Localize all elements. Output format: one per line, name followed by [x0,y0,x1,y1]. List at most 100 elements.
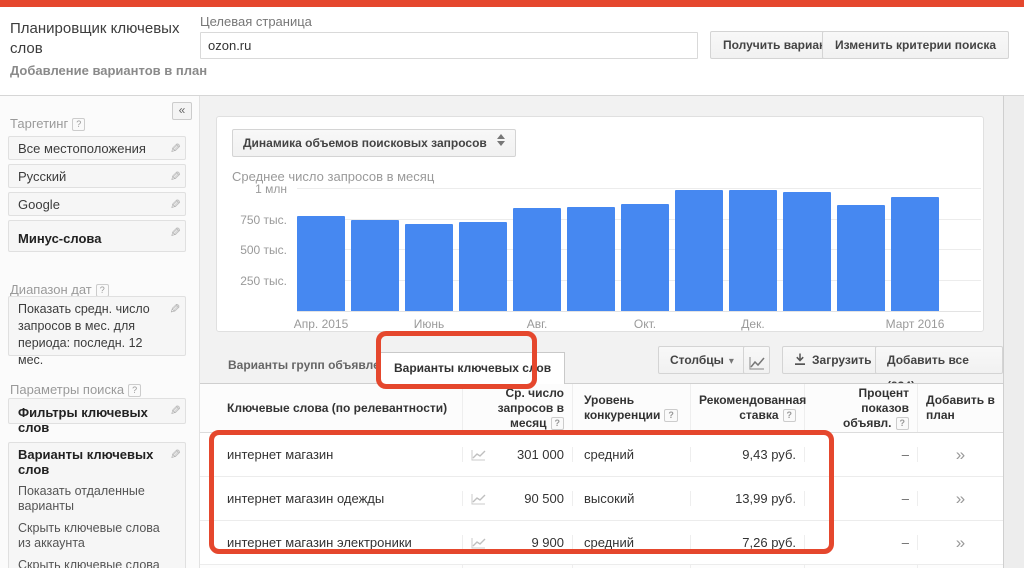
chart-y-tick-label: 1 млн [255,182,287,196]
edit-pencil-icon[interactable]: ✎ [166,303,183,314]
right-gutter [1003,96,1024,568]
link-hide-plan-keywords[interactable]: Скрыть ключевые слова из плана [18,558,163,568]
chart-x-tick-label: Март 2016 [875,317,955,331]
edit-pencil-icon[interactable]: ✎ [167,449,183,460]
link-hide-account-keywords[interactable]: Скрыть ключевые слова из аккаунта [18,521,163,551]
impr-share-value: – [805,491,918,506]
edit-pencil-icon[interactable]: ✎ [167,143,183,154]
chart-bar[interactable] [675,190,723,311]
col-header-keywords[interactable]: Ключевые слова (по релевантности) [200,384,463,432]
top-accent-bar [0,0,1024,7]
keyword-table: Ключевые слова (по релевантности) Ср. чи… [200,384,1003,568]
collapse-sidebar-button[interactable]: « [172,102,192,120]
trend-chart-icon[interactable] [471,493,486,505]
download-button[interactable]: Загрузить [782,346,883,374]
chart-gridline [297,188,981,189]
chart-bar[interactable] [513,208,561,311]
add-to-plan-button[interactable]: » [956,534,965,551]
main-area: Динамика объемов поисковых запросов Сред… [200,96,1003,568]
sidebar-item-date-range[interactable]: Показать средн. число запросов в мес. дл… [8,296,186,356]
chart-bar[interactable] [783,192,831,312]
table-row: интернет магазин электроники 9 900 средн… [200,521,1003,565]
help-icon[interactable]: ? [783,409,797,422]
trend-chart-icon[interactable] [471,537,486,549]
help-icon[interactable]: ? [664,409,678,422]
avg-searches-value: 90 500 [524,491,564,506]
chart-x-tick-label: Авг. [497,317,577,331]
suggested-bid-value: 7,26 руб. [691,535,805,550]
sidebar-item-keyword-filters[interactable]: Фильтры ключевых слов ✎ [8,398,186,424]
help-icon[interactable]: ? [128,384,141,397]
chart-bar[interactable] [459,222,507,311]
link-show-broad-ideas[interactable]: Показать отдаленные варианты [18,484,163,514]
chart-bar[interactable] [567,207,615,311]
help-icon[interactable]: ? [896,417,910,430]
avg-searches-value: 9 900 [531,535,564,550]
competition-value: средний [573,535,691,550]
competition-value: высокий [573,491,691,506]
chart-bar[interactable] [405,224,453,311]
chart-plot [297,183,981,312]
chart-y-axis: 250 тыс.500 тыс.750 тыс.1 млн [217,183,291,311]
page-title: Планировщик ключевых слов [10,19,185,59]
table-row: интернет магазин одежды 90 500 высокий 1… [200,477,1003,521]
col-header-searches[interactable]: Ср. число запросов в месяц? [463,384,573,432]
targeting-section-label: Таргетинг? [10,116,85,131]
edit-pencil-icon[interactable]: ✎ [167,227,183,238]
keyword-cell: интернет магазин [200,447,463,462]
sidebar: « Таргетинг? Все местоположения ✎ Русски… [0,96,200,568]
suggested-bid-value: 13,99 руб. [691,491,805,506]
search-params-section-label: Параметры поиска? [10,382,141,397]
edit-pencil-icon[interactable]: ✎ [167,405,183,416]
keyword-planner-app: Планировщик ключевых слов Добавление вар… [0,0,1024,568]
chart-view-button[interactable] [743,346,770,374]
tab-keyword-ideas[interactable]: Варианты ключевых слов [380,352,565,384]
chart-y-tick-label: 500 тыс. [240,243,287,257]
chart-x-tick-label: Апр. 2015 [281,317,361,331]
chart-y-tick-label: 250 тыс. [240,274,287,288]
edit-pencil-icon[interactable]: ✎ [167,199,183,210]
chart-panel: Динамика объемов поисковых запросов Сред… [216,116,984,332]
keyword-cell: интернет магазин электроники [200,535,463,550]
avg-searches-value: 301 000 [517,447,564,462]
col-header-competition[interactable]: Уровень конкуренции? [573,384,691,432]
col-header-bid[interactable]: Рекомендованная ставка? [691,384,805,432]
add-to-plan-button[interactable]: » [956,490,965,507]
download-icon [794,353,806,366]
table-header-row: Ключевые слова (по релевантности) Ср. чи… [200,384,1003,433]
change-criteria-button[interactable]: Изменить критерии поиска [822,31,1009,59]
table-row: интернет магазин 301 000 средний 9,43 ру… [200,433,1003,477]
page-subtitle: Добавление вариантов в план [10,63,207,78]
chart-x-tick-label: Окт. [605,317,685,331]
chart-bar[interactable] [351,220,399,311]
col-header-impr-share[interactable]: Процент показов объявл.? [805,384,918,432]
chart-bar[interactable] [891,197,939,311]
competition-value: средний [573,447,691,462]
line-chart-icon [749,356,765,370]
suggested-bid-value: 9,43 руб. [691,447,805,462]
chevron-down-icon: ▾ [729,356,734,367]
chart-x-tick-label: Дек. [713,317,793,331]
impr-share-value: – [805,447,918,462]
columns-button[interactable]: Столбцы▾ [658,346,746,374]
sidebar-item-keyword-options[interactable]: Варианты ключевых слов ✎ Показать отдале… [8,442,186,568]
chart-bar[interactable] [297,216,345,311]
trend-chart-icon[interactable] [471,449,486,461]
keyword-cell: интернет магазин одежды [200,491,463,506]
date-range-section-label: Диапазон дат? [10,282,109,297]
chart-type-dropdown[interactable]: Динамика объемов поисковых запросов [232,129,516,157]
help-icon[interactable]: ? [551,417,565,430]
sidebar-item-network[interactable]: Google ✎ [8,192,186,216]
add-to-plan-button[interactable]: » [956,446,965,463]
sidebar-item-negative-keywords[interactable]: Минус-слова ✎ [8,220,186,252]
sidebar-item-locations[interactable]: Все местоположения ✎ [8,136,186,160]
chart-bar[interactable] [621,204,669,311]
target-page-input[interactable] [200,32,698,59]
help-icon[interactable]: ? [72,118,85,131]
chart-bar[interactable] [729,190,777,311]
add-all-button[interactable]: Добавить все (934) [875,346,1003,374]
edit-pencil-icon[interactable]: ✎ [167,171,183,182]
chart-bar[interactable] [837,205,885,311]
keyword-options-links: Показать отдаленные варианты Скрыть ключ… [18,484,163,568]
sidebar-item-language[interactable]: Русский ✎ [8,164,186,188]
